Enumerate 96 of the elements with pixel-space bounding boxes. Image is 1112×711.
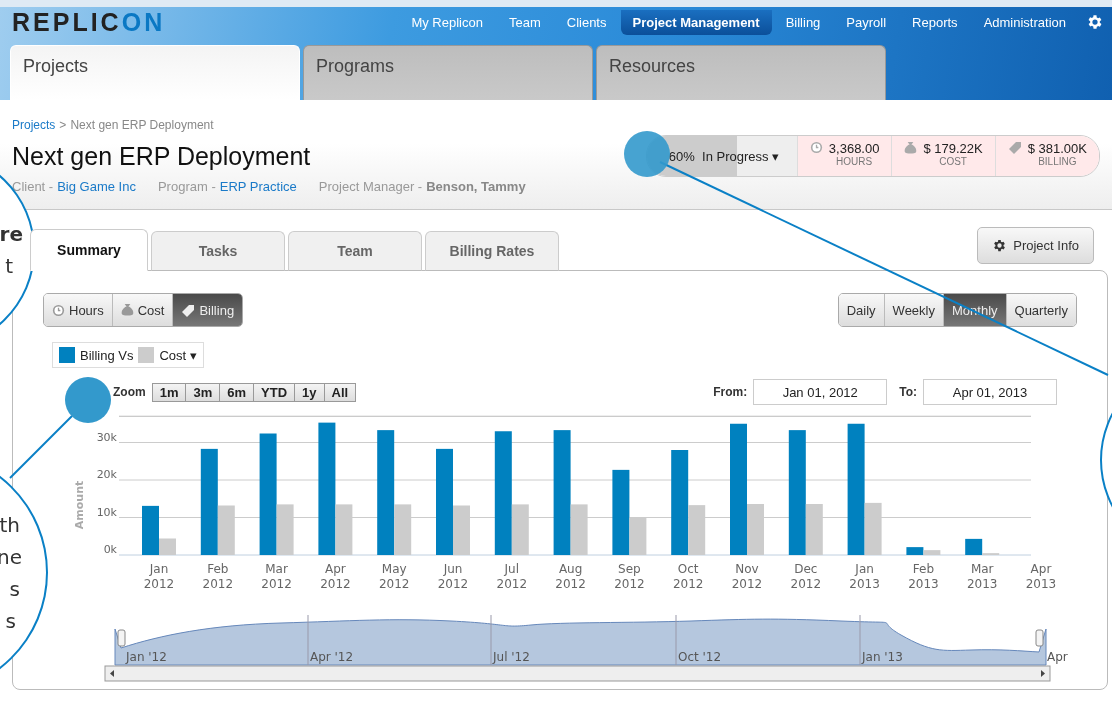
toggle-button[interactable]: Weekly bbox=[883, 294, 943, 326]
navigator-label: Jan '13 bbox=[862, 650, 903, 664]
axis-tick-label: Oct 2012 bbox=[672, 562, 704, 591]
scroll-right-icon[interactable] bbox=[1041, 670, 1045, 677]
axis-tick-label: Jun 2012 bbox=[437, 562, 469, 591]
tab[interactable]: Resources bbox=[596, 45, 886, 100]
money-bag-icon bbox=[120, 303, 134, 317]
tab[interactable]: Team bbox=[288, 231, 422, 271]
nav-item[interactable]: Reports bbox=[900, 9, 970, 35]
toggle-button[interactable]: Cost bbox=[111, 294, 173, 326]
breadcrumb-separator: > bbox=[59, 118, 67, 132]
axis-tick-label: Sep 2012 bbox=[614, 562, 645, 591]
breadcrumb-current: Next gen ERP Deployment bbox=[70, 118, 214, 132]
settings-icon[interactable] bbox=[1086, 13, 1104, 31]
meta-value: Benson, Tammy bbox=[426, 179, 526, 194]
status-text: 60% In Progress ▾ bbox=[667, 148, 780, 164]
meta-link[interactable]: Big Game Inc bbox=[57, 179, 136, 194]
navigator-label: Jul '12 bbox=[493, 650, 530, 664]
axis-title: Amount bbox=[73, 480, 86, 530]
logo: REPLICON bbox=[12, 7, 166, 37]
callout-text: re bbox=[0, 221, 24, 248]
meta-label: Client - bbox=[12, 179, 54, 194]
toggle-button[interactable]: Quarterly bbox=[1005, 294, 1076, 326]
navigator-label: Oct '12 bbox=[678, 650, 722, 664]
breadcrumb-link[interactable]: Projects bbox=[12, 118, 56, 132]
axis-tick-label: Jan 2012 bbox=[143, 562, 175, 591]
tab[interactable]: Programs bbox=[303, 45, 593, 100]
date-field[interactable]: Apr 01, 2013 bbox=[923, 379, 1057, 405]
meta-link[interactable]: ERP Practice bbox=[219, 179, 297, 194]
navigator-label: Apr bbox=[1047, 650, 1068, 664]
zoom-button[interactable]: YTD bbox=[253, 383, 295, 401]
range-handle[interactable] bbox=[1035, 629, 1044, 647]
clock-icon bbox=[52, 303, 65, 317]
metric-value: 3,368.00 bbox=[828, 141, 880, 156]
money-bag-icon bbox=[904, 141, 918, 155]
date-field[interactable]: Jan 01, 2012 bbox=[753, 379, 888, 405]
navigator-label: Jan '12 bbox=[126, 650, 167, 664]
scroll-left-icon[interactable] bbox=[110, 670, 114, 677]
nav-item[interactable]: Billing bbox=[773, 9, 833, 35]
axis-tick-label: Nov 2012 bbox=[731, 562, 763, 591]
settings-icon[interactable] bbox=[992, 238, 1008, 253]
toggle-button[interactable]: Daily bbox=[838, 294, 884, 326]
to-label: To: bbox=[899, 385, 917, 399]
range-handle[interactable] bbox=[117, 629, 126, 647]
metric-value: $ 179.22K bbox=[923, 141, 983, 156]
axis-tick-label: Feb 2013 bbox=[908, 562, 939, 591]
tab[interactable]: Billing Rates bbox=[425, 231, 559, 271]
nav-item[interactable]: Administration bbox=[971, 9, 1078, 35]
nav-item[interactable]: Project Management bbox=[620, 9, 772, 35]
meta-label: Program - bbox=[157, 179, 216, 194]
metric-label: BILLING bbox=[1038, 156, 1077, 167]
legend-swatch bbox=[138, 347, 155, 363]
metric-label: HOURS bbox=[836, 156, 873, 167]
axis-tick-label: Mar 2012 bbox=[261, 562, 292, 591]
nav-item[interactable]: Payroll bbox=[834, 9, 899, 35]
tag-icon bbox=[181, 303, 196, 317]
axis-tick-label: 20k bbox=[96, 468, 117, 481]
zoom-button[interactable]: 1y bbox=[294, 383, 324, 401]
zoom-label: Zoom bbox=[113, 385, 146, 399]
from-label: From: bbox=[713, 385, 748, 399]
metric-value: $ 381.00K bbox=[1027, 141, 1087, 156]
toggle-button[interactable]: Billing bbox=[172, 294, 243, 326]
toggle-button[interactable]: Hours bbox=[44, 294, 112, 326]
metric-label: COST bbox=[939, 156, 967, 167]
project-title: Next gen ERP Deployment bbox=[12, 142, 312, 171]
legend-swatch bbox=[59, 347, 75, 363]
tab[interactable]: Tasks bbox=[151, 231, 285, 271]
project-info-button[interactable]: Project Info bbox=[977, 227, 1094, 264]
axis-tick-label: 30k bbox=[96, 430, 117, 444]
axis-tick-label: 0k bbox=[103, 543, 117, 556]
axis-tick-label: Dec 2012 bbox=[790, 562, 822, 591]
series-dropdown[interactable]: Billing Vs Cost ▾ bbox=[52, 342, 204, 368]
navigator-label: Apr '12 bbox=[310, 650, 354, 664]
callout-text: th bbox=[0, 511, 21, 539]
callout-text: t bbox=[5, 253, 14, 280]
clock-icon bbox=[809, 141, 823, 154]
meta-label: Project Manager - bbox=[318, 179, 423, 194]
tab[interactable]: Projects bbox=[10, 45, 300, 100]
axis-tick-label: Jan 2013 bbox=[849, 562, 880, 591]
axis-tick-label: Mar 2013 bbox=[966, 562, 998, 591]
tab[interactable]: Summary bbox=[30, 229, 148, 271]
scrollbar[interactable] bbox=[104, 665, 1051, 682]
axis-tick-label: 10k bbox=[96, 505, 117, 519]
axis-tick-label: Jul 2012 bbox=[496, 562, 528, 591]
zoom-button[interactable]: 6m bbox=[219, 383, 254, 401]
axis-tick-label: Aug 2012 bbox=[555, 562, 586, 591]
callout-text: s bbox=[5, 607, 17, 635]
zoom-button[interactable]: All bbox=[323, 383, 356, 401]
zoom-button[interactable]: 3m bbox=[185, 383, 220, 401]
tag-icon bbox=[1007, 141, 1022, 154]
axis-tick-label: May 2012 bbox=[378, 562, 410, 591]
callout-text: s bbox=[9, 575, 21, 603]
axis-tick-label: Feb 2012 bbox=[202, 562, 234, 591]
axis-tick-label: Apr 2012 bbox=[320, 562, 351, 591]
zoom-button[interactable]: 1m bbox=[152, 383, 186, 401]
axis-tick-label: Apr 2013 bbox=[1025, 562, 1057, 591]
